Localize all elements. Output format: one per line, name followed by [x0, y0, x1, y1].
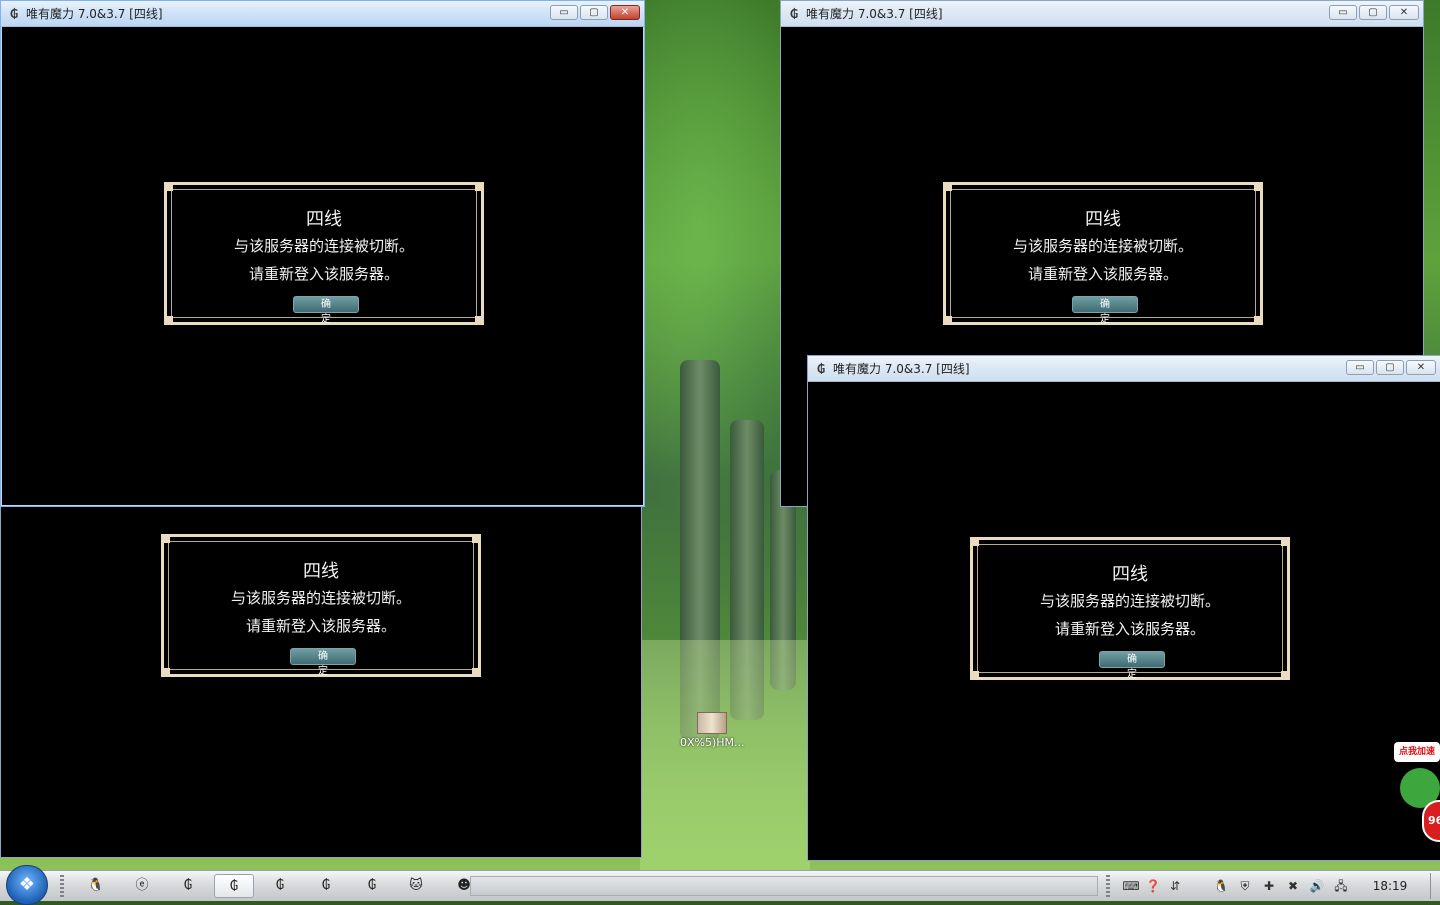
dialog-corner	[970, 537, 979, 546]
window-controls: ▭ ▢ ✕	[1329, 5, 1419, 20]
dialog-message-1: 与该服务器的连接被切断。	[233, 237, 414, 255]
desktop-shortcut[interactable]: 0X%5)HM...	[680, 712, 745, 749]
help-icon[interactable]: ❓	[1144, 877, 1162, 895]
disconnect-dialog: 四线 与该服务器的连接被切断。 请重新登入该服务器。 确定	[164, 182, 484, 325]
window-controls: ▭ ▢ ✕	[550, 5, 640, 20]
window-title: 唯有魔力 7.0&3.7 [四线]	[26, 7, 163, 21]
ok-button[interactable]: 确定	[1099, 651, 1165, 680]
dialog-title: 四线	[1085, 209, 1121, 230]
dialog-corner	[1254, 182, 1263, 191]
show-desktop-button[interactable]	[1430, 873, 1439, 899]
close-button[interactable]: ✕	[1389, 5, 1419, 20]
volume-icon[interactable]: 🔊	[1308, 877, 1326, 895]
dialog-title: 四线	[306, 209, 342, 230]
dialog-title: 四线	[1112, 564, 1148, 585]
dialog-message-2: 请重新登入该服务器。	[1027, 265, 1178, 283]
tray-grip[interactable]	[1106, 875, 1110, 897]
minimize-button[interactable]: ▭	[550, 5, 578, 20]
dialog-corner	[943, 316, 952, 325]
network-error-icon[interactable]: ✖	[1284, 877, 1302, 895]
app-icon: ₲	[816, 361, 826, 376]
language-bar-icon[interactable]: ⇵	[1166, 877, 1184, 895]
app-icon: ₲	[789, 6, 799, 21]
window-controls: ▭ ▢ ✕	[1346, 360, 1436, 375]
game-window-top-left[interactable]: ₲ 唯有魔力 7.0&3.7 [四线] ▭ ▢ ✕ 四线 与该服务器的连接被切断…	[0, 0, 645, 507]
ok-button[interactable]: 确定	[1072, 296, 1138, 325]
minimize-button[interactable]: ▭	[1346, 360, 1374, 375]
game-taskbar-icon-active[interactable]: ₲	[214, 874, 254, 898]
dialog-message-1: 与该服务器的连接被切断。	[1012, 237, 1193, 255]
dialog-corner	[1281, 671, 1290, 680]
maximize-button[interactable]: ▢	[580, 5, 608, 20]
dialog-corner	[472, 534, 481, 543]
window-title: 唯有魔力 7.0&3.7 [四线]	[806, 7, 943, 21]
maximize-button[interactable]: ▢	[1376, 360, 1404, 375]
toolbar-grip[interactable]	[60, 875, 64, 897]
dialog-corner	[1281, 537, 1290, 546]
network-icon[interactable]: 🖧	[1332, 877, 1350, 895]
window-title: 唯有魔力 7.0&3.7 [四线]	[833, 362, 970, 376]
game-window-bottom-right[interactable]: ₲ 唯有魔力 7.0&3.7 [四线] ▭ ▢ ✕ 四线 与该服务器的连接被切断…	[807, 355, 1440, 861]
dialog-message-2: 请重新登入该服务器。	[245, 617, 396, 635]
game-taskbar-icon[interactable]: ₲	[168, 874, 208, 898]
ok-button[interactable]: 确定	[290, 648, 356, 677]
disconnect-dialog: 四线 与该服务器的连接被切断。 请重新登入该服务器。 确定	[970, 537, 1290, 680]
dialog-corner	[472, 668, 481, 677]
qq-penguin-icon[interactable]: 🐧	[76, 874, 116, 898]
disconnect-dialog: 四线 与该服务器的连接被切断。 请重新登入该服务器。 确定	[161, 534, 481, 677]
title-bar[interactable]: ₲ 唯有魔力 7.0&3.7 [四线] ▭ ▢ ✕	[808, 356, 1440, 382]
dialog-corner	[161, 668, 170, 677]
maximize-button[interactable]: ▢	[1359, 5, 1387, 20]
dialog-corner	[475, 182, 484, 191]
dialog-message-2: 请重新登入该服务器。	[248, 265, 399, 283]
keyboard-icon[interactable]: ⌨	[1122, 877, 1140, 895]
qq-tray-icon[interactable]: 🐧	[1212, 877, 1230, 895]
disconnect-dialog: 四线 与该服务器的连接被切断。 请重新登入该服务器。 确定	[943, 182, 1263, 325]
dialog-corner	[943, 182, 952, 191]
dialog-message-2: 请重新登入该服务器。	[1054, 620, 1205, 638]
dialog-corner	[161, 534, 170, 543]
guard-plus-icon[interactable]: ✚	[1260, 877, 1278, 895]
speedup-badge[interactable]: 点我加速	[1394, 742, 1440, 762]
dialog-corner	[164, 316, 173, 325]
app-icon: ₲	[9, 6, 19, 21]
ok-button[interactable]: 确定	[293, 296, 359, 325]
shortcut-label: 0X%5)HM...	[680, 736, 745, 749]
dialog-message-1: 与该服务器的连接被切断。	[230, 589, 411, 607]
game-taskbar-icon[interactable]: ₲	[352, 874, 392, 898]
desktop: 0X%5)HM... 四线 与该服务器的连接被切断。 请重新登入该服务器。 确定…	[0, 0, 1440, 870]
dialog-title: 四线	[303, 561, 339, 582]
dialog-message-1: 与该服务器的连接被切断。	[1039, 592, 1220, 610]
start-button[interactable]: ❖	[6, 865, 48, 905]
dialog-corner	[164, 182, 173, 191]
title-bar[interactable]: ₲ 唯有魔力 7.0&3.7 [四线] ▭ ▢ ✕	[1, 1, 644, 27]
dialog-corner	[475, 316, 484, 325]
shortcut-icon	[697, 712, 727, 734]
browser-icon[interactable]: ⓔ	[122, 874, 162, 898]
taskbar: ❖ 🐧 ⓔ ₲ ₲ ₲ ₲ ₲ 🐱 ☻ ⌨ ❓ ⇵ 🐧 ⛨ ✚ ✖ 🔊 🖧 18…	[0, 865, 1440, 905]
close-button[interactable]: ✕	[1406, 360, 1436, 375]
security-shield-icon[interactable]: ⛨	[1236, 877, 1254, 895]
close-button[interactable]: ✕	[610, 5, 640, 20]
title-bar[interactable]: ₲ 唯有魔力 7.0&3.7 [四线] ▭ ▢ ✕	[781, 1, 1423, 27]
game-taskbar-icon[interactable]: ₲	[306, 874, 346, 898]
dialog-corner	[1254, 316, 1263, 325]
game-taskbar-icon[interactable]: ₲	[260, 874, 300, 898]
minimize-button[interactable]: ▭	[1329, 5, 1357, 20]
clock[interactable]: 18:19	[1366, 871, 1414, 901]
grass-path	[640, 640, 810, 870]
dialog-corner	[970, 671, 979, 680]
taskbar-band	[470, 876, 1098, 896]
cat-app-icon[interactable]: 🐱	[396, 874, 436, 898]
game-window-bottom-left[interactable]: 四线 与该服务器的连接被切断。 请重新登入该服务器。 确定	[0, 500, 642, 858]
